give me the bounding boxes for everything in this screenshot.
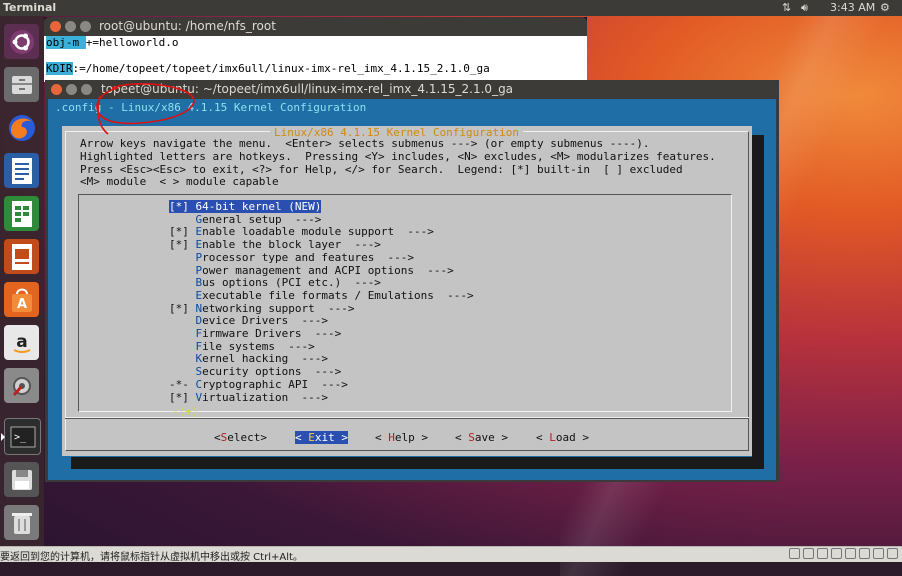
usb-icon[interactable] (831, 548, 842, 559)
shopping-bag-icon[interactable]: A (4, 282, 39, 317)
menu-item[interactable]: Security options ---> (169, 365, 342, 378)
menu-item[interactable]: Power management and ACPI options ---> (169, 264, 454, 277)
menu-item[interactable]: Processor type and features ---> (169, 251, 415, 264)
ubuntu-logo-icon[interactable] (4, 24, 39, 59)
maximize-window-button[interactable] (80, 21, 91, 32)
active-app-title: Terminal (3, 1, 57, 14)
maximize-window-button[interactable] (81, 84, 92, 95)
menu-button[interactable]: <Select> (214, 431, 267, 444)
window-title: topeet@ubuntu: ~/topeet/imx6ull/linux-im… (101, 82, 514, 96)
config-header: .config - Linux/x86 4.1.15 Kernel Config… (55, 101, 367, 114)
window-titlebar[interactable]: topeet@ubuntu: ~/topeet/imx6ull/linux-im… (45, 80, 779, 99)
top-panel: Terminal ⇅ 🔊︎ 3:43 AM ⚙ (0, 0, 902, 16)
menu-item[interactable]: [*] Enable loadable module support ---> (169, 225, 434, 238)
settings-wrench-icon[interactable] (4, 368, 39, 403)
menu-list[interactable]: [*] 64-bit kernel (NEW) General setup --… (78, 194, 732, 418)
menu-item[interactable]: Firmware Drivers ---> (169, 327, 342, 340)
terminal-output[interactable]: obj-m +=helloworld.o KDIR:=/home/topeet/… (44, 36, 587, 82)
message-icon[interactable] (887, 548, 898, 559)
menuconfig-terminal-window[interactable]: topeet@ubuntu: ~/topeet/imx6ull/linux-im… (45, 80, 779, 482)
harddisk-icon[interactable] (789, 548, 800, 559)
menu-item[interactable]: General setup ---> (169, 213, 322, 226)
file-cabinet-icon[interactable] (4, 67, 39, 102)
terminal-line: KDIR:=/home/topeet/topeet/imx6ull/linux-… (46, 62, 490, 75)
status-device-icons (789, 548, 898, 559)
minimize-window-button[interactable] (66, 84, 77, 95)
menu-button[interactable]: < Help > (375, 431, 428, 444)
svg-text:A: A (16, 297, 26, 312)
svg-text:a: a (16, 332, 27, 352)
network-arrows-icon[interactable]: ⇅ (782, 1, 791, 14)
background-terminal-window[interactable]: root@ubuntu: /home/nfs_root obj-m +=hell… (44, 17, 587, 82)
document-icon[interactable] (4, 153, 39, 188)
menuconfig-dialog: Linux/x86 4.1.15 Kernel Configuration Ar… (62, 126, 752, 456)
trash-icon[interactable] (4, 505, 39, 540)
amazon-icon[interactable]: a (4, 325, 39, 360)
minimize-window-button[interactable] (65, 21, 76, 32)
menu-item[interactable]: [*] Virtualization ---> (169, 391, 328, 404)
terminal-line: obj-m +=helloworld.o (46, 36, 179, 49)
menu-item[interactable]: -*- Cryptographic API ---> (169, 378, 348, 391)
window-titlebar[interactable]: root@ubuntu: /home/nfs_root (44, 17, 587, 36)
presentation-icon[interactable] (4, 239, 39, 274)
menu-item[interactable]: Executable file formats / Emulations ---… (169, 289, 474, 302)
menu-item[interactable]: Kernel hacking ---> (169, 352, 328, 365)
sound-icon[interactable] (845, 548, 856, 559)
launcher: A a >_ (0, 16, 44, 546)
gear-icon[interactable]: ⚙ (880, 1, 890, 14)
menuconfig-screen[interactable]: .config - Linux/x86 4.1.15 Kernel Config… (48, 99, 776, 480)
close-window-button[interactable] (51, 84, 62, 95)
clock[interactable]: 3:43 AM (830, 1, 875, 14)
close-window-button[interactable] (50, 21, 61, 32)
menu-item[interactable]: [*] Enable the block layer ---> (169, 238, 381, 251)
floppy-disk-icon[interactable] (4, 462, 39, 497)
window-title: root@ubuntu: /home/nfs_root (99, 19, 276, 33)
vm-status-bar: 要返回到您的计算机，请将鼠标指针从虚拟机中移出或按 Ctrl+Alt。 (0, 546, 902, 563)
firefox-icon[interactable] (4, 110, 39, 145)
display-icon[interactable] (873, 548, 884, 559)
menu-button[interactable]: < Load > (536, 431, 589, 444)
spreadsheet-icon[interactable] (4, 196, 39, 231)
menu-item[interactable]: [*] 64-bit kernel (NEW) (169, 200, 322, 213)
menu-button[interactable]: < Exit > (295, 431, 348, 444)
cdrom-icon[interactable] (803, 548, 814, 559)
menu-item[interactable]: Bus options (PCI etc.) ---> (169, 276, 381, 289)
menu-item[interactable]: [*] Networking support ---> (169, 302, 354, 315)
menu-button[interactable]: < Save > (455, 431, 508, 444)
menu-item[interactable]: Device Drivers ---> (169, 314, 328, 327)
volume-icon[interactable]: 🔊︎ (801, 1, 808, 15)
network-adapter-icon[interactable] (817, 548, 828, 559)
menu-item[interactable]: File systems ---> (169, 340, 315, 353)
printer-icon[interactable] (859, 548, 870, 559)
help-text: Arrow keys navigate the menu. <Enter> se… (80, 137, 716, 189)
svg-text:>_: >_ (14, 432, 27, 443)
terminal-icon[interactable]: >_ (1, 418, 41, 455)
